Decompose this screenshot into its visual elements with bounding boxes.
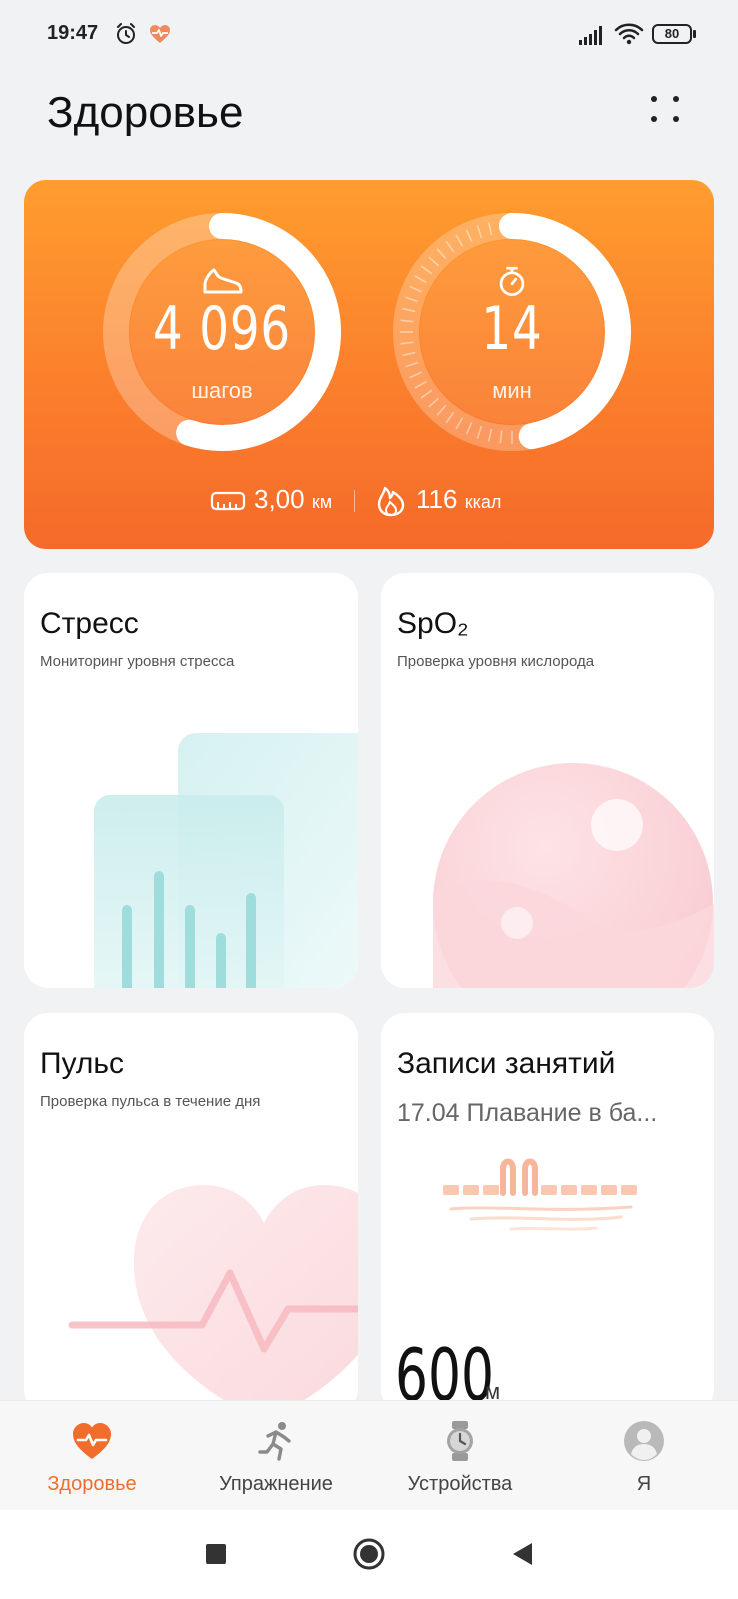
heart-pulse-icon <box>73 1423 111 1459</box>
workout-title: Записи занятий <box>397 1047 616 1080</box>
activity-card[interactable]: 4 096 шагов 14 мин 3,00 км 116 ккал <box>24 180 714 549</box>
system-navigation-bar <box>0 1510 738 1599</box>
stats-divider <box>354 490 355 512</box>
workout-records-card[interactable]: Записи занятий 17.04 Плавание в ба... 60… <box>381 1013 714 1413</box>
nav-label-devices: Устройства <box>407 1473 513 1495</box>
status-bar: 19:47 80 <box>0 0 738 70</box>
signal-icon <box>579 26 602 45</box>
stress-illustration <box>94 733 358 988</box>
four-dots-icon[interactable] <box>646 92 686 128</box>
activity-stats: 3,00 км 116 ккал <box>24 482 714 518</box>
nav-label-exercise: Упражнение <box>219 1473 333 1495</box>
spo2-illustration <box>433 763 714 988</box>
heart-rate-icon <box>150 25 170 43</box>
distance-stat: 3,00 км <box>254 484 332 515</box>
nav-tab-devices[interactable]: Устройства <box>368 1401 552 1511</box>
minutes-value: 14 <box>481 294 543 364</box>
calories-stat: 116 ккал <box>416 484 501 515</box>
alarm-icon <box>117 23 135 44</box>
pulse-illustration <box>68 1185 358 1413</box>
nav-tab-exercise[interactable]: Упражнение <box>184 1401 368 1511</box>
distance-unit: км <box>311 492 333 512</box>
recents-button[interactable] <box>194 1532 238 1576</box>
ruler-icon <box>210 491 246 511</box>
nav-label-me: Я <box>636 1473 652 1495</box>
steps-ring: 4 096 шагов <box>102 212 342 452</box>
steps-value: 4 096 <box>153 294 291 364</box>
running-icon <box>258 1422 291 1461</box>
battery-level: 80 <box>664 26 680 41</box>
workout-subtitle: 17.04 Плавание в ба... <box>397 1099 658 1127</box>
bottom-nav: Здоровье Упражнение Устройства Я <box>0 1400 738 1510</box>
page-title: Здоровье <box>47 88 244 137</box>
home-button[interactable] <box>347 1532 391 1576</box>
wifi-icon <box>614 23 644 45</box>
nav-label-health: Здоровье <box>47 1473 137 1495</box>
profile-avatar-icon <box>624 1421 664 1461</box>
battery-icon: 80 <box>652 23 698 45</box>
nav-tab-me[interactable]: Я <box>552 1401 736 1511</box>
calories-unit: ккал <box>464 492 502 512</box>
back-button[interactable] <box>500 1532 544 1576</box>
minutes-unit: мин <box>492 378 532 403</box>
watch-icon <box>447 1421 473 1461</box>
nav-tab-health[interactable]: Здоровье <box>0 1401 184 1511</box>
active-minutes-ring: 14 мин <box>392 212 632 452</box>
pool-icon <box>443 1158 637 1231</box>
distance-value: 3,00 <box>254 484 305 514</box>
spo2-card[interactable]: SpO₂ Проверка уровня кислорода <box>381 573 714 988</box>
pulse-card[interactable]: Пульс Проверка пульса в течение дня <box>24 1013 358 1413</box>
stress-card[interactable]: Стресс Мониторинг уровня стресса <box>24 573 358 988</box>
calories-value: 116 <box>416 484 458 514</box>
flame-icon <box>377 486 405 517</box>
steps-unit: шагов <box>191 378 253 403</box>
status-time: 19:47 <box>47 22 99 44</box>
